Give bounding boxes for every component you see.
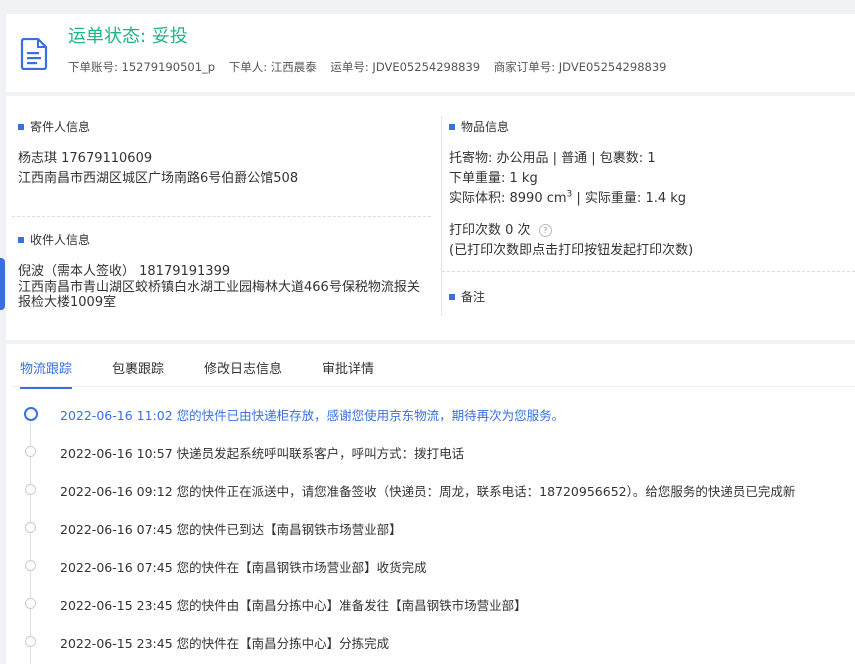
divider [442,271,855,272]
timeline-event: 2022-06-16 11:02 您的快件已由快递柜存放，感谢您使用京东物流，期… [60,408,565,423]
section-marker-icon [18,236,24,243]
waybill-meta: 下单账号: 15279190501_p 下单人: 江西晨泰 运单号: JDVE0… [68,59,676,75]
timeline-event: 2022-06-16 10:57 快递员发起系统呼叫联系客户，呼叫方式：拨打电话 [60,446,465,461]
order-weight: 下单重量: 1 kg [449,171,538,186]
print-count-note: (已打印次数即点击打印按钮发起打印次数) [449,243,694,258]
receiver-name-phone: 倪波（需本人签收） 18179191399 [18,264,231,279]
timeline-event: 2022-06-16 09:12 您的快件正在派送中，请您准备签收（快递员：周龙… [60,484,796,499]
timeline-dot [25,484,36,495]
receiver-address: 江西南昌市青山湖区蛟桥镇白水湖工业园梅林大道466号保税物流报关报检大楼1009… [18,280,420,310]
goods-section-title: 物品信息 [449,118,509,135]
timeline-dot [24,407,38,421]
tab-change-log[interactable]: 修改日志信息 [204,358,282,389]
tab-underline [12,386,855,387]
tab-bar: 物流跟踪 包裹跟踪 修改日志信息 审批详情 [20,358,414,389]
sender-address: 江西南昌市西湖区城区广场南路6号伯爵公馆508 [18,171,299,186]
help-icon[interactable]: ? [538,224,552,237]
section-marker-icon [449,123,455,130]
tracking-panel: 物流跟踪 包裹跟踪 修改日志信息 审批详情 2022-06-16 11:02 您… [6,344,855,664]
document-icon [20,38,48,70]
section-marker-icon [18,123,24,130]
waybill-status: 运单状态: 妥投 [68,26,188,47]
timeline-event: 2022-06-16 07:45 您的快件已到达【南昌钢铁市场营业部】 [60,522,402,537]
section-marker-icon [449,293,455,300]
waybill-header: 运单状态: 妥投 下单账号: 15279190501_p 下单人: 江西晨泰 运… [6,14,855,92]
tab-approval-details[interactable]: 审批详情 [322,358,374,389]
receiver-section-title: 收件人信息 [18,231,90,248]
column-divider [441,116,442,316]
sender-name-phone: 杨志琪 17679110609 [18,151,153,166]
timeline-dot [25,522,36,533]
remarks-section-title: 备注 [449,288,485,305]
print-count: 打印次数 0 次 ? [449,219,552,238]
orderer: 下单人: 江西晨泰 [228,60,317,74]
timeline-dot [25,446,36,457]
actual-volume-weight: 实际体积: 8990 cm3 | 实际重量: 1.4 kg [449,189,687,206]
tab-package-tracking[interactable]: 包裹跟踪 [112,358,164,389]
divider [12,216,431,217]
timeline-dot [25,560,36,571]
timeline-dot [25,598,36,609]
timeline-event: 2022-06-16 07:45 您的快件在【南昌钢铁市场营业部】收货完成 [60,560,427,575]
merchant-order-number: 商家订单号: JDVE05254298839 [493,60,667,74]
goods-summary: 托寄物: 办公用品 | 普通 | 包裹数: 1 [449,151,656,166]
order-account: 下单账号: 15279190501_p [68,60,216,74]
info-panel: 寄件人信息 杨志琪 17679110609 江西南昌市西湖区城区广场南路6号伯爵… [6,96,855,340]
waybill-number: 运单号: JDVE05254298839 [330,60,481,74]
side-drawer-handle[interactable] [0,258,5,310]
timeline-event: 2022-06-15 23:45 您的快件在【南昌分拣中心】分拣完成 [60,636,390,651]
sender-section-title: 寄件人信息 [18,118,90,135]
timeline-event: 2022-06-15 23:45 您的快件由【南昌分拣中心】准备发往【南昌钢铁市… [60,598,527,613]
timeline-dot [25,636,36,647]
tab-logistics-tracking[interactable]: 物流跟踪 [20,358,73,389]
